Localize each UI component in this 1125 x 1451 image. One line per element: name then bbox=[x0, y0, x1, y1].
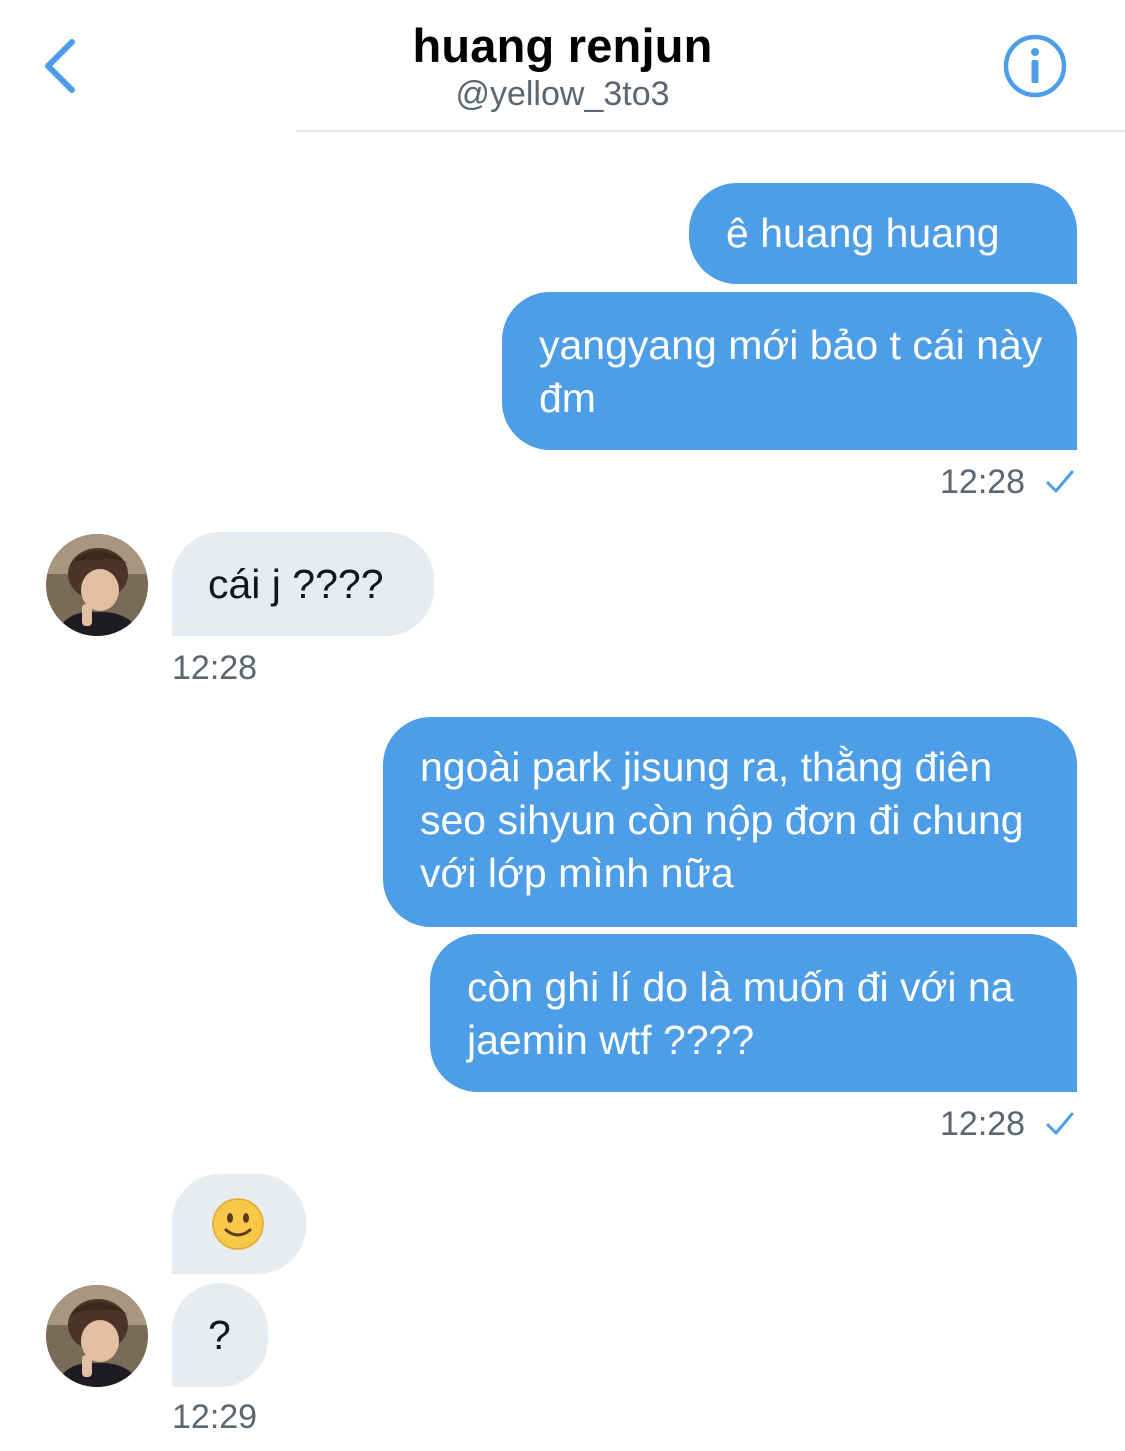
conversation-header: huang renjun @yellow_3to3 bbox=[0, 0, 1125, 132]
message-bubble-incoming[interactable]: cái j ???? bbox=[172, 532, 434, 636]
message-text: cái j ???? bbox=[208, 561, 384, 607]
message-bubble-outgoing[interactable]: ê huang huang bbox=[689, 183, 1077, 284]
slightly-smiling-face-emoji bbox=[212, 1198, 264, 1250]
message-bubble-outgoing[interactable]: ngoài park jisung ra, thằng điên seo sih… bbox=[383, 717, 1077, 927]
avatar-photo bbox=[46, 1285, 148, 1387]
check-icon bbox=[1046, 470, 1074, 493]
conversation-title[interactable]: huang renjun bbox=[0, 18, 1125, 73]
header-divider bbox=[296, 130, 1125, 132]
message-text: còn ghi lí do là muốn đi với na jaemin w… bbox=[467, 964, 1014, 1063]
message-timestamp: 12:28 bbox=[940, 463, 1026, 501]
message-timestamp: 12:29 bbox=[172, 1398, 258, 1436]
user-handle[interactable]: @yellow_3to3 bbox=[0, 75, 1125, 114]
avatar[interactable] bbox=[46, 1285, 148, 1387]
message-bubble-outgoing[interactable]: còn ghi lí do là muốn đi với na jaemin w… bbox=[430, 934, 1077, 1092]
message-text: ê huang huang bbox=[726, 210, 1000, 256]
message-bubble-incoming[interactable]: ? bbox=[172, 1283, 268, 1387]
info-button[interactable] bbox=[1002, 33, 1068, 99]
message-bubble-incoming[interactable]: 🙂 bbox=[172, 1174, 306, 1274]
message-text: ? bbox=[208, 1312, 231, 1358]
message-bubble-outgoing[interactable]: yangyang mới bảo t cái này đm bbox=[502, 292, 1077, 450]
avatar-photo bbox=[46, 534, 148, 636]
info-icon bbox=[1003, 34, 1067, 98]
message-text: ngoài park jisung ra, thằng điên seo sih… bbox=[420, 744, 1024, 896]
avatar[interactable] bbox=[46, 534, 148, 636]
message-timestamp: 12:28 bbox=[172, 649, 258, 687]
check-icon bbox=[1046, 1112, 1074, 1135]
message-text: yangyang mới bảo t cái này đm bbox=[539, 322, 1043, 421]
message-timestamp: 12:28 bbox=[940, 1105, 1026, 1143]
